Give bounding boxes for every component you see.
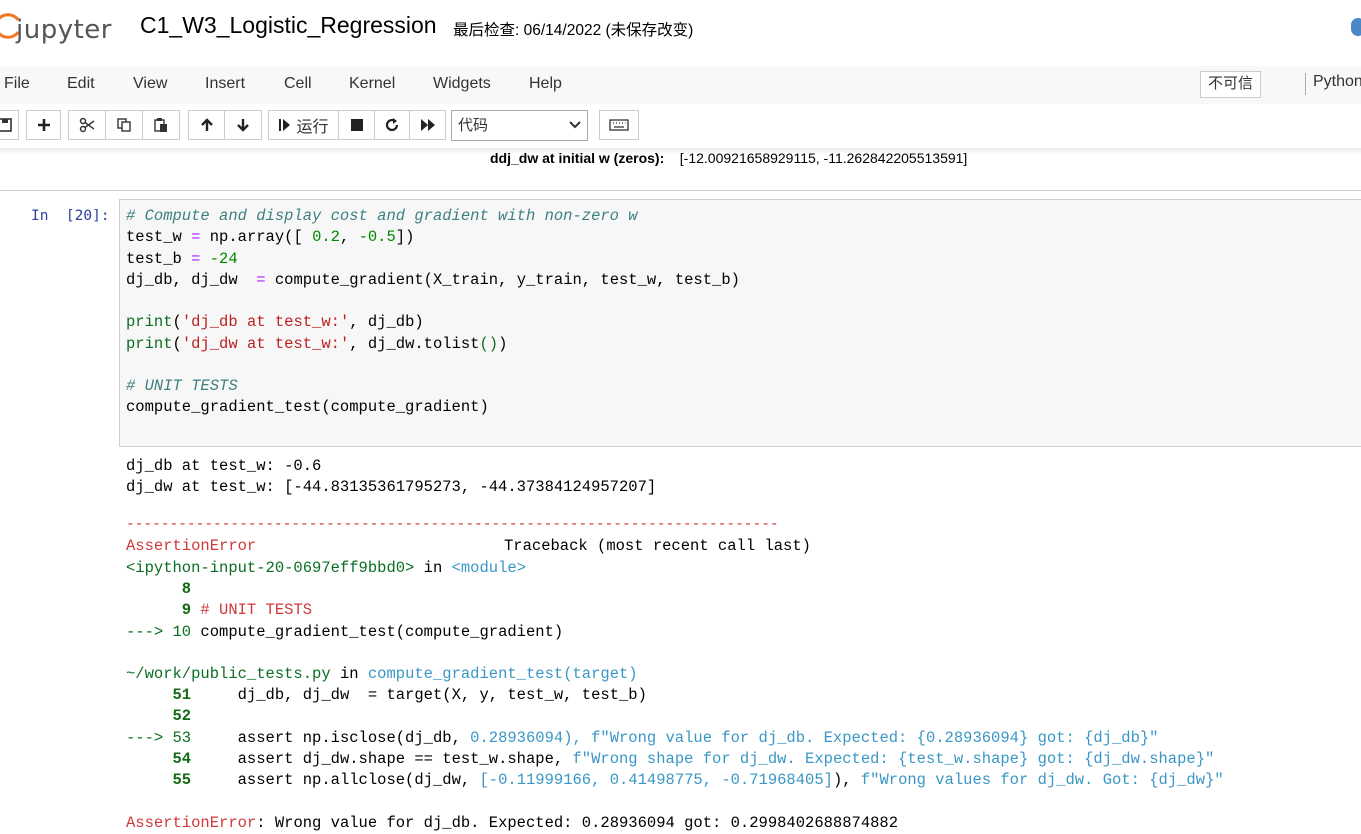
paste-icon (154, 118, 167, 132)
trust-button[interactable]: 不可信 (1200, 71, 1262, 98)
logo-text: jupyter (16, 15, 112, 45)
code-line: print('dj_db at test_w:', dj_db) (126, 313, 424, 331)
code-line: dj_db, dj_dw = compute_gradient(X_train,… (126, 271, 740, 289)
plus-icon (37, 119, 50, 131)
previous-output-value: [-12.00921658929115, -11.262842205513591… (679, 150, 968, 166)
run-icon (279, 119, 291, 131)
arrow-down-icon (237, 119, 249, 132)
kernel-name[interactable]: Python (1305, 73, 1361, 95)
menu-insert[interactable]: Insert (205, 75, 245, 93)
input-prompt: In [20]: (31, 208, 110, 224)
traceback-rule: ----------------------------------------… (126, 517, 779, 533)
chevron-down-icon (569, 121, 581, 129)
menu-cell[interactable]: Cell (284, 75, 312, 93)
arrow-up-icon (200, 118, 213, 131)
cut-button[interactable] (68, 110, 106, 140)
traceback-line: 52 (126, 707, 192, 725)
traceback-line: 51 dj_db, dj_dw = target(X, y, test_w, t… (126, 686, 647, 704)
cell-type-select[interactable]: 代码 (451, 110, 588, 141)
code-line: test_w = np.array([ 0.2, -0.5]) (126, 228, 415, 246)
run-label: 运行 (296, 119, 329, 136)
paste-button[interactable] (142, 110, 180, 140)
traceback-line: ~/work/public_tests.py in compute_gradie… (126, 665, 638, 683)
save-button[interactable] (0, 110, 19, 140)
command-palette-button[interactable] (599, 110, 639, 140)
restart-run-all-button[interactable] (409, 110, 446, 140)
move-down-button[interactable] (224, 110, 262, 140)
output-line: dj_db at test_w: -0.6 (126, 457, 322, 475)
stop-button[interactable] (338, 110, 375, 140)
toolbar: 运行 (0, 104, 1361, 148)
menu-kernel[interactable]: Kernel (349, 75, 395, 93)
insert-cell-button[interactable] (26, 110, 61, 140)
previous-output-line: ddj_dw at initial w (zeros): [-12.009216… (490, 150, 967, 166)
traceback-line: 8 (126, 580, 192, 598)
move-up-button[interactable] (188, 110, 225, 140)
menu-bar: File Edit View Insert Cell Kernel Widget… (0, 66, 1361, 104)
output-line: dj_dw at test_w: [-44.83135361795273, -4… (126, 478, 657, 496)
stop-icon (350, 119, 363, 131)
run-button[interactable]: 运行 (268, 110, 339, 140)
traceback-line: 55 assert np.allclose(dj_dw, [-0.1199916… (126, 771, 1224, 789)
traceback-line: 9 # UNIT TESTS (126, 601, 313, 619)
traceback-line: ---> 10 compute_gradient_test(compute_gr… (126, 623, 564, 641)
traceback-line: ---> 53 assert np.isclose(dj_db, 0.28936… (126, 729, 1159, 747)
keyboard-icon (609, 119, 629, 131)
menu-help[interactable]: Help (529, 75, 562, 93)
jupyter-logo[interactable]: jupyter (0, 9, 124, 45)
code-line: print('dj_dw at test_w:', dj_dw.tolist()… (126, 335, 508, 353)
menu-widgets[interactable]: Widgets (433, 75, 491, 93)
notebook-title[interactable]: C1_W3_Logistic_Regression (140, 12, 437, 39)
traceback-header: AssertionError Traceback (most recent cal… (126, 537, 811, 555)
kernel-status-icon (1351, 18, 1361, 36)
menu-view[interactable]: View (133, 75, 167, 93)
restart-icon (385, 118, 399, 132)
code-line: # UNIT TESTS (126, 377, 238, 395)
cut-icon (79, 117, 95, 133)
menu-edit[interactable]: Edit (67, 75, 95, 93)
save-icon (0, 118, 12, 132)
fast-forward-icon (420, 119, 435, 131)
notebook-header: jupyter C1_W3_Logistic_Regression 最后检查: … (0, 0, 1361, 67)
menu-file[interactable]: File (4, 75, 30, 93)
code-line: compute_gradient_test(compute_gradient) (126, 398, 489, 416)
cell-divider (0, 190, 1361, 191)
cell-type-value: 代码 (458, 117, 489, 134)
traceback-line: 54 assert dj_dw.shape == test_w.shape, f… (126, 750, 1215, 768)
checkpoint-status: 最后检查: 06/14/2022 (未保存改变) (453, 22, 694, 39)
copy-button[interactable] (105, 110, 143, 140)
previous-output-label: ddj_dw at initial w (zeros): (490, 150, 665, 166)
restart-button[interactable] (374, 110, 410, 140)
copy-icon (117, 118, 131, 132)
code-line: test_b = -24 (126, 250, 238, 268)
code-line: # Compute and display cost and gradient … (126, 207, 638, 225)
traceback-line: <ipython-input-20-0697eff9bbd0> in <modu… (126, 559, 526, 577)
error-message: AssertionError: Wrong value for dj_db. E… (126, 814, 899, 832)
